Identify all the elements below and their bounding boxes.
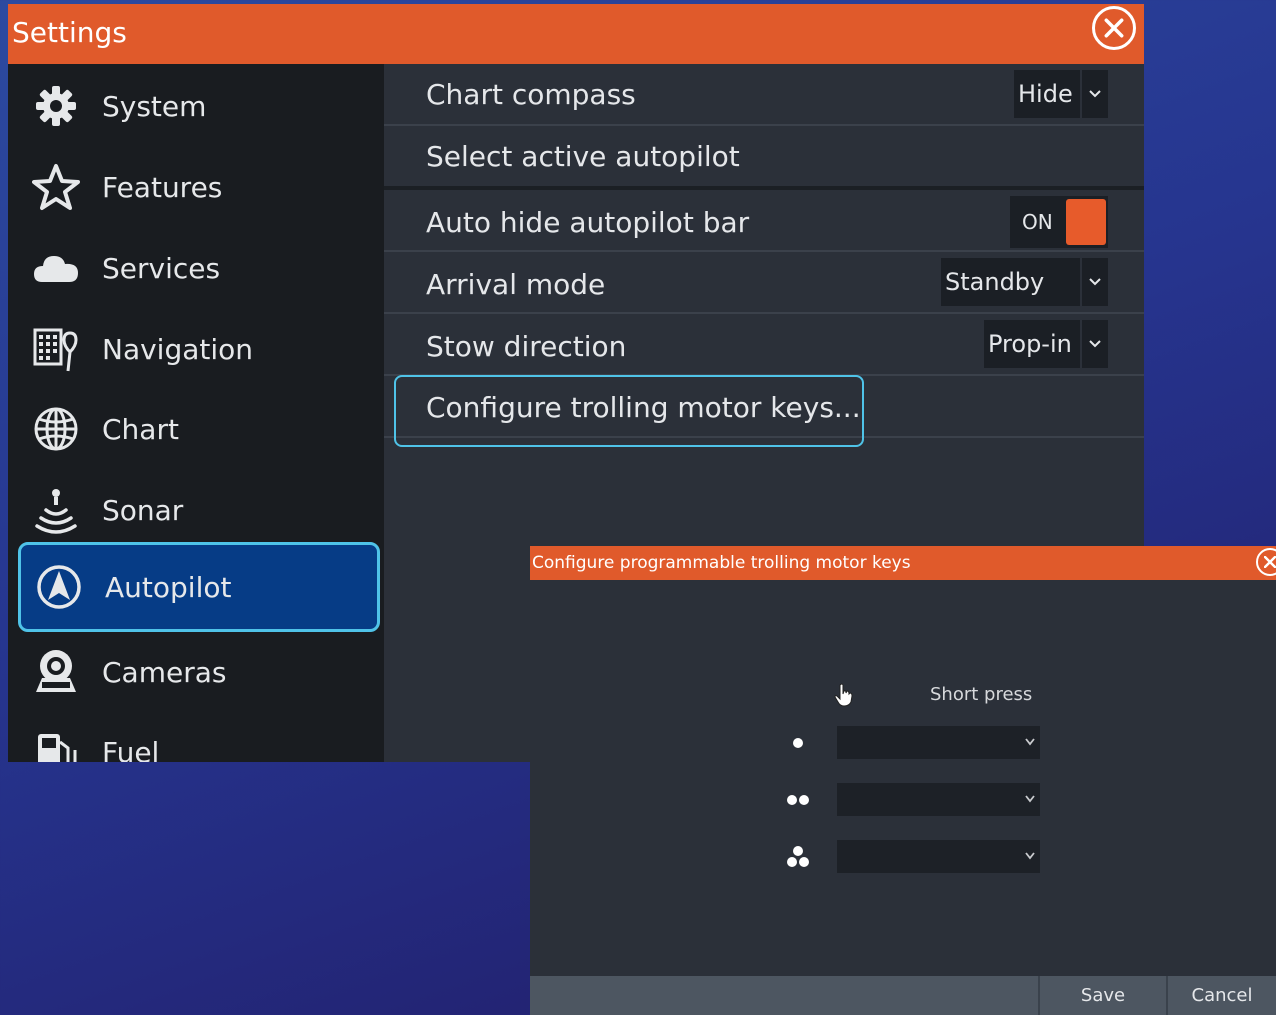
sidebar-item-label: Navigation [102,332,254,366]
sidebar-item-features[interactable]: Features [18,147,382,227]
select-autopilot-label: Select active autopilot [426,140,740,173]
stow-direction-dropdown[interactable]: Prop-in [984,320,1108,368]
globe-icon [26,399,86,459]
arrival-mode-value: Standby [945,268,1045,296]
settings-close-button[interactable] [1092,6,1136,50]
auto-hide-toggle[interactable]: ON [1010,196,1108,248]
stow-direction-value: Prop-in [988,330,1072,358]
chart-compass-value: Hide [1018,80,1073,108]
star-icon [26,157,86,217]
dialog-titlebar: Configure programmable trolling motor ke… [530,546,1276,580]
autopilot-icon [29,557,89,617]
sidebar-item-sonar[interactable]: Sonar [18,470,382,550]
sidebar-item-chart[interactable]: Chart [18,389,382,469]
one-dot-icon [793,738,803,748]
sidebar-item-label: Services [102,251,221,285]
dialog-title: Configure programmable trolling motor ke… [532,553,911,573]
dialog-close-button[interactable] [1256,548,1276,576]
settings-titlebar: Settings [8,4,1144,64]
sidebar-item-label: Fuel [102,735,160,763]
configure-trolling-keys-button[interactable]: Configure trolling motor keys... [394,375,864,447]
row-arrival-mode: Arrival mode Standby [384,252,1144,314]
row-auto-hide: Auto hide autopilot bar ON [384,190,1144,252]
arrival-mode-label: Arrival mode [426,268,606,301]
toggle-knob [1066,199,1106,245]
two-dots-icon [787,795,809,805]
sidebar-item-label: Autopilot [105,570,232,604]
sidebar-item-navigation[interactable]: Navigation [18,309,382,389]
close-icon [1264,556,1276,568]
chevron-down-icon [1080,320,1108,368]
chevron-down-icon [1080,70,1108,118]
save-button[interactable]: Save [1038,976,1166,1015]
arrival-mode-dropdown[interactable]: Standby [941,258,1108,306]
sidebar-item-label: Chart [102,412,179,446]
sonar-icon [26,480,86,540]
sidebar-item-label: System [102,89,207,123]
row-chart-compass: Chart compass Hide [384,64,1144,126]
navigation-icon [26,319,86,379]
chevron-down-icon [1025,738,1035,746]
cloud-icon [26,238,86,298]
chevron-down-icon [1080,258,1108,306]
key-row-1 [780,726,1040,760]
three-dots-icon [787,846,809,867]
chevron-down-icon [1025,852,1035,860]
sidebar-item-system[interactable]: System [18,66,382,146]
row-select-autopilot[interactable]: Select active autopilot [384,126,1144,190]
chart-compass-label: Chart compass [426,78,636,111]
sidebar-item-cameras[interactable]: Cameras [18,632,382,712]
key-row-2 [780,783,1040,817]
row-stow-direction: Stow direction Prop-in [384,314,1144,376]
trolling-keys-dialog: Configure programmable trolling motor ke… [530,546,1276,1015]
chevron-down-icon [1025,795,1035,803]
sidebar-item-label: Features [102,170,223,204]
key1-short-press-dropdown[interactable] [837,726,1040,759]
settings-title: Settings [12,16,127,49]
toggle-state-text: ON [1022,210,1053,234]
dialog-footer: Save Cancel [530,976,1276,1015]
gear-icon [26,76,86,136]
sidebar-item-label: Cameras [102,655,227,689]
stow-direction-label: Stow direction [426,330,627,363]
settings-sidebar: System Features Services Navigation Char… [8,64,384,762]
camera-icon [26,642,86,702]
key-row-3 [780,840,1040,874]
sidebar-item-autopilot[interactable]: Autopilot [18,542,380,632]
sidebar-item-services[interactable]: Services [18,228,382,308]
configure-trolling-keys-label: Configure trolling motor keys... [426,391,861,424]
auto-hide-label: Auto hide autopilot bar [426,206,750,239]
key3-short-press-dropdown[interactable] [837,840,1040,873]
chart-compass-dropdown[interactable]: Hide [1014,70,1108,118]
cancel-button[interactable]: Cancel [1166,976,1276,1015]
close-icon [1104,18,1124,38]
hand-cursor-icon [834,683,853,707]
short-press-header: Short press [930,684,1033,705]
key2-short-press-dropdown[interactable] [837,783,1040,816]
fuel-icon [26,722,86,762]
sidebar-item-fuel[interactable]: Fuel [18,712,382,762]
sidebar-item-label: Sonar [102,493,184,527]
